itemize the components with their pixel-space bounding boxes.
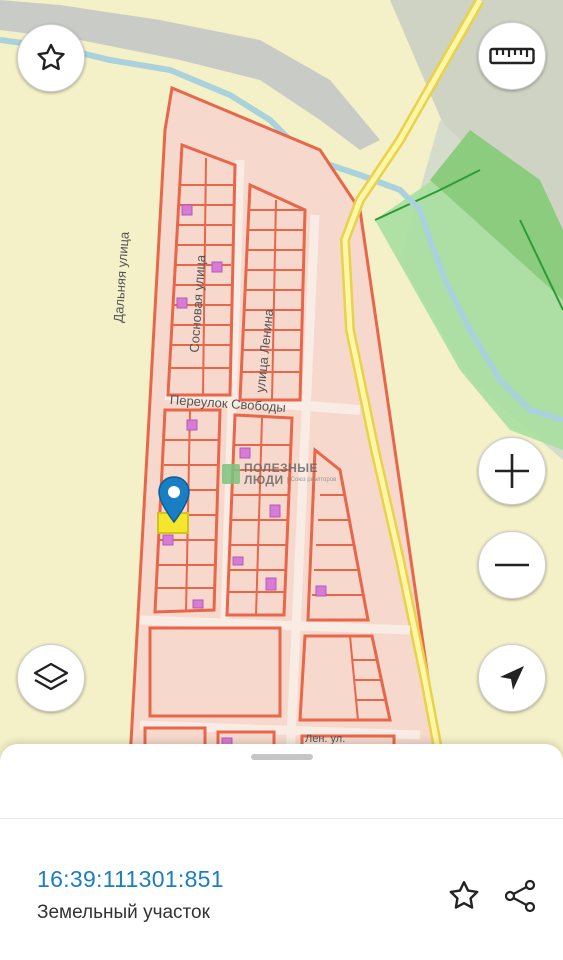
ruler-icon	[489, 47, 535, 65]
zoom-in-button[interactable]	[478, 437, 546, 505]
watermark: ПОЛЕЗНЫЕ ЛЮДИ Союз риэлторов	[222, 462, 336, 486]
share-button[interactable]	[500, 876, 540, 916]
add-to-favorites-button[interactable]	[444, 876, 484, 916]
location-pin-icon[interactable]	[157, 476, 191, 524]
my-location-button[interactable]	[478, 644, 546, 712]
zoom-out-button[interactable]	[478, 531, 546, 599]
minus-icon	[495, 563, 529, 567]
layers-button[interactable]	[17, 644, 85, 712]
layers-icon	[33, 662, 69, 691]
cadastral-number[interactable]: 16:39:111301:851	[37, 866, 224, 893]
star-outline-icon	[449, 881, 479, 909]
watermark-logo-icon	[222, 464, 240, 484]
sheet-divider	[0, 818, 563, 819]
watermark-line2: ЛЮДИ	[244, 473, 284, 487]
object-bottom-sheet[interactable]: 16:39:111301:851 Земельный участок	[0, 744, 563, 960]
watermark-subtitle: Союз риэлторов	[286, 476, 336, 484]
object-type-label: Земельный участок	[37, 902, 210, 923]
ruler-button[interactable]	[478, 22, 546, 90]
favorite-map-button[interactable]	[17, 24, 85, 92]
star-outline-icon	[37, 43, 65, 71]
navigation-arrow-icon	[500, 666, 524, 690]
share-icon	[504, 879, 536, 913]
plus-icon	[495, 454, 529, 488]
sheet-drag-handle[interactable]	[251, 754, 313, 760]
